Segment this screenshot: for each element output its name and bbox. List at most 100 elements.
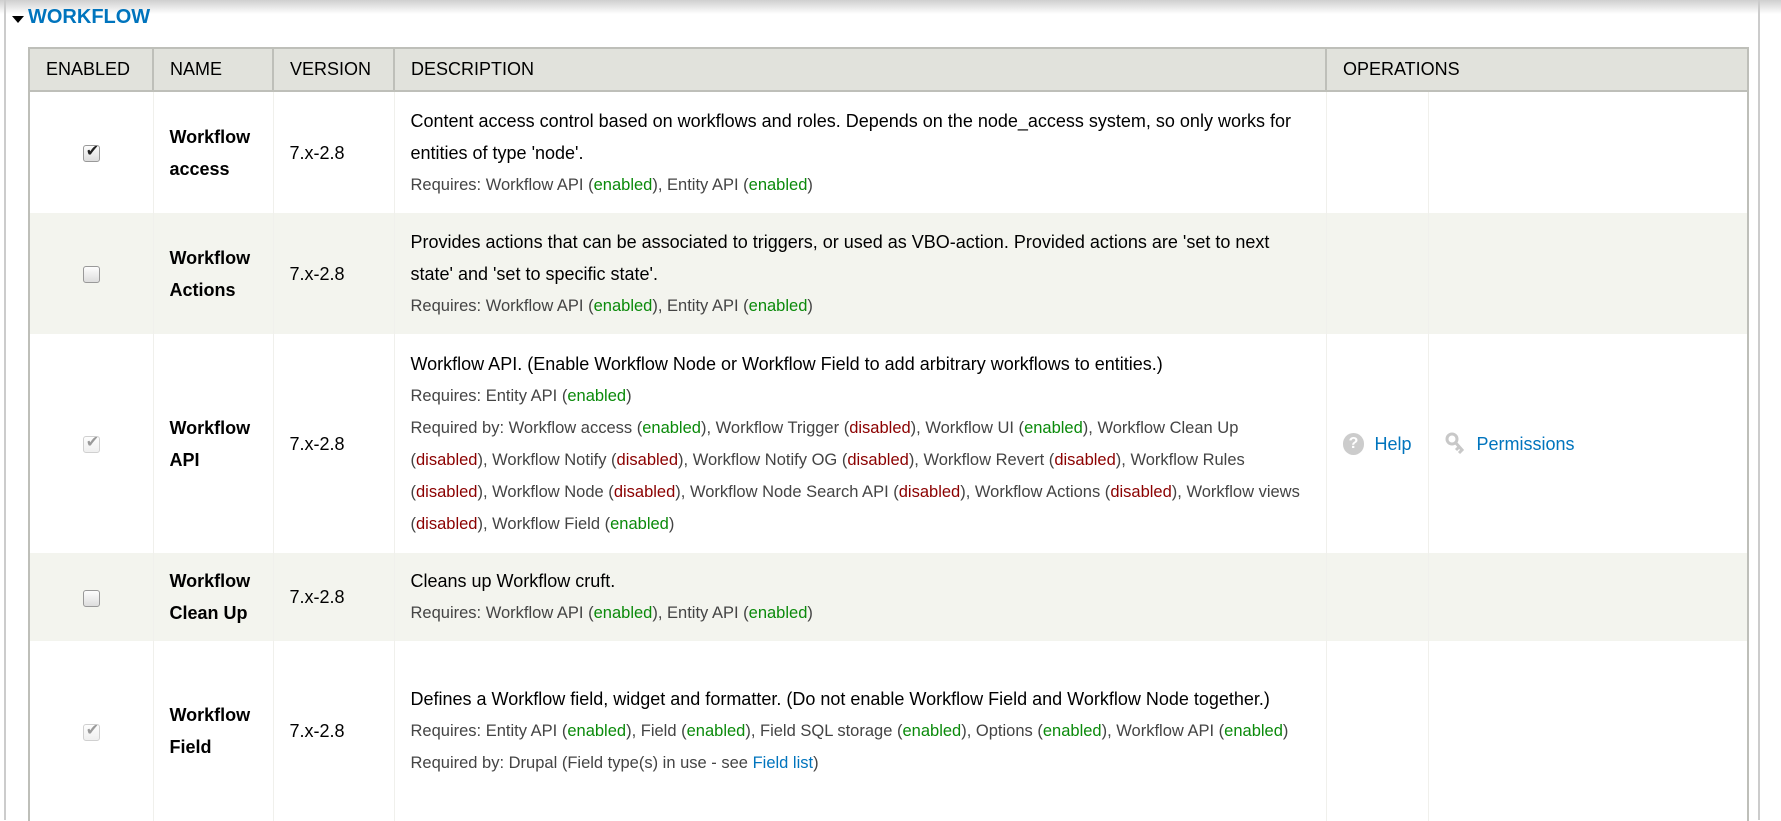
- help-label: Help: [1374, 433, 1412, 454]
- required-by-label: Required by:: [410, 754, 509, 772]
- dependency-status: enabled: [593, 604, 653, 622]
- help-cell: [1325, 641, 1428, 821]
- required-by-text: Drupal (Field type(s) in use - see: [508, 754, 753, 772]
- permissions-cell: [1427, 553, 1749, 641]
- module-row: ✔ Workflow API 7.x-2.8 Workflow API. (Ena…: [28, 334, 1749, 553]
- help-cell: [1325, 91, 1428, 213]
- dependency-name: Workflow Rules: [1130, 450, 1245, 469]
- dependency-name: Workflow UI: [925, 418, 1014, 437]
- header-name: Name: [152, 47, 274, 92]
- header-operations: Operations: [1325, 47, 1749, 92]
- enabled-checkbox[interactable]: ✔: [82, 143, 100, 163]
- required-by-line: Required by: Workflow access (enabled), …: [410, 418, 1300, 533]
- dependency-status: enabled: [567, 386, 627, 405]
- module-name-line: Workflow: [169, 571, 251, 591]
- description-cell: Provides actions that can be associated …: [393, 213, 1326, 334]
- module-version: 7.x-2.8: [272, 553, 394, 641]
- module-name: Workflow Clean Up: [152, 553, 273, 641]
- checkmark-icon: ✔: [85, 434, 100, 452]
- requires-label: Requires:: [410, 604, 486, 622]
- permissions-link[interactable]: Permissions: [1445, 428, 1732, 460]
- description-cell: Workflow API. (Enable Workflow Node or W…: [393, 334, 1326, 553]
- required-by-line: Required by: Drupal (Field type(s) in us…: [410, 754, 819, 772]
- enabled-cell: [28, 213, 153, 334]
- module-name-line: Workflow: [169, 705, 251, 725]
- dependency-name: Entity API: [485, 722, 558, 740]
- module-name-line: Actions: [169, 279, 236, 300]
- dependency-status: enabled: [1224, 722, 1283, 740]
- enabled-cell: ✔: [28, 91, 153, 213]
- modules-table: Enabled Name Version Description Operati…: [28, 47, 1749, 821]
- help-cell: ? Help: [1325, 334, 1428, 553]
- dependency-name: Workflow Field: [492, 514, 601, 533]
- module-row: ✔ Workflow access 7.x-2.8 Content access …: [28, 91, 1749, 213]
- header-enabled: Enabled: [28, 47, 154, 92]
- dependency-status: enabled: [1024, 418, 1083, 437]
- module-version: 7.x-2.8: [272, 91, 394, 213]
- permissions-cell: [1427, 213, 1749, 334]
- field-list-link[interactable]: Field list: [753, 754, 814, 772]
- module-name-line: Workflow: [169, 126, 251, 147]
- dependency-status: disabled: [613, 482, 676, 501]
- dependency-status: enabled: [748, 175, 808, 194]
- dependency-status: disabled: [847, 450, 909, 469]
- header-description: Description: [393, 47, 1327, 92]
- module-row: ✔ Workflow Field 7.x-2.8 Defines a Workfl…: [28, 641, 1749, 821]
- module-version: 7.x-2.8: [272, 213, 394, 334]
- module-name: Workflow API: [152, 334, 273, 553]
- required-by-label: Required by:: [410, 418, 509, 437]
- requires-line: Requires: Entity API (enabled), Field (e…: [410, 722, 1289, 740]
- dependency-status: disabled: [898, 482, 961, 501]
- dependency-name: Workflow Notify: [492, 450, 607, 469]
- module-row: Workflow Clean Up 7.x-2.8 Cleans up Workf…: [28, 553, 1749, 641]
- dependency-status: disabled: [1054, 450, 1116, 469]
- module-description: Defines a Workflow field, widget and for…: [410, 689, 1270, 709]
- dependency-name: Entity API: [667, 175, 739, 194]
- enabled-cell: [28, 553, 153, 641]
- dependency-name: Workflow Node: [492, 482, 604, 501]
- dependency-status: disabled: [416, 450, 478, 469]
- dependency-status: disabled: [616, 450, 679, 469]
- enabled-checkbox[interactable]: [82, 589, 100, 607]
- enabled-checkbox: ✔: [82, 434, 100, 454]
- dependency-status: enabled: [642, 418, 701, 437]
- permissions-label: Permissions: [1476, 433, 1575, 454]
- help-link[interactable]: ? Help: [1342, 428, 1412, 460]
- module-name-line: API: [169, 449, 200, 470]
- description-cell: Cleans up Workflow cruft. Requires: Workf…: [393, 553, 1326, 641]
- dependency-name: Workflow Node Search API: [689, 482, 889, 501]
- key-icon: [1445, 432, 1464, 454]
- workflow-section-toggle[interactable]: WORKFLOW: [12, 6, 150, 29]
- permissions-cell: [1427, 91, 1749, 213]
- dependency-status: disabled: [849, 418, 911, 437]
- module-description: Cleans up Workflow cruft.: [410, 571, 616, 591]
- enabled-cell: ✔: [28, 641, 153, 821]
- checkmark-icon: ✔: [85, 143, 100, 161]
- dependency-name: Field SQL storage: [760, 722, 893, 740]
- dependency-name: Workflow access: [508, 418, 633, 437]
- module-name: Workflow Actions: [152, 213, 273, 334]
- dependency-status: disabled: [416, 514, 478, 533]
- dependency-name: Workflow API: [485, 296, 584, 315]
- checkmark-icon: ✔: [85, 721, 100, 739]
- collapse-triangle-icon: [12, 15, 24, 23]
- dependency-name: Workflow Trigger: [715, 418, 840, 437]
- dependency-status: enabled: [902, 722, 962, 740]
- dependency-name: Workflow views: [1186, 482, 1300, 501]
- help-cell: [1325, 553, 1428, 641]
- module-description: Provides actions that can be associated …: [410, 231, 1270, 284]
- dependency-name: Field: [640, 722, 677, 740]
- module-version: 7.x-2.8: [272, 334, 394, 553]
- dependency-name: Entity API: [667, 604, 739, 622]
- module-name-line: Workflow: [169, 417, 251, 438]
- header-version: Version: [272, 47, 395, 92]
- requires-line: Requires: Entity API (enabled): [410, 386, 632, 405]
- enabled-checkbox[interactable]: [82, 266, 100, 284]
- description-cell: Defines a Workflow field, widget and for…: [393, 641, 1326, 821]
- module-name-line: Field: [169, 737, 212, 757]
- requires-label: Requires:: [410, 296, 486, 315]
- module-name: Workflow Field: [152, 641, 273, 821]
- help-cell: [1325, 213, 1428, 334]
- enabled-checkbox: ✔: [82, 721, 100, 741]
- module-name-line: Workflow: [169, 247, 251, 268]
